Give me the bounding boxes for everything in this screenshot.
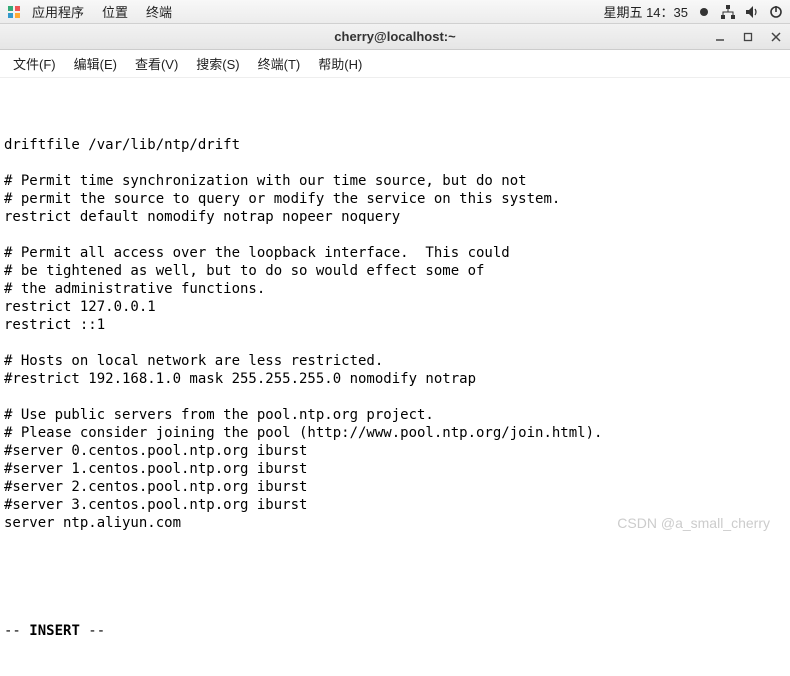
terminal-line — [4, 334, 786, 352]
menu-search[interactable]: 搜索(S) — [187, 50, 248, 77]
minimize-button[interactable] — [706, 24, 734, 50]
record-dot-icon[interactable] — [696, 4, 712, 20]
terminal-line: #server 1.centos.pool.ntp.org iburst — [4, 460, 786, 478]
terminal-line: driftfile /var/lib/ntp/drift — [4, 136, 786, 154]
volume-icon[interactable] — [744, 4, 760, 20]
menu-edit[interactable]: 编辑(E) — [65, 50, 126, 77]
terminal-line — [4, 388, 786, 406]
menu-terminal-app[interactable]: 终端(T) — [249, 50, 310, 77]
menu-file[interactable]: 文件(F) — [4, 50, 65, 77]
terminal-line: #server 3.centos.pool.ntp.org iburst — [4, 496, 786, 514]
window-titlebar[interactable]: cherry@localhost:~ — [0, 24, 790, 50]
window-title: cherry@localhost:~ — [0, 29, 790, 44]
terminal-line: # the administrative functions. — [4, 280, 786, 298]
power-icon[interactable] — [768, 4, 784, 20]
close-button[interactable] — [762, 24, 790, 50]
terminal-line: # Please consider joining the pool (http… — [4, 424, 786, 442]
menu-applications[interactable]: 应用程序 — [24, 2, 92, 21]
menu-view[interactable]: 查看(V) — [126, 50, 187, 77]
vim-status-line: -- INSERT -- — [4, 622, 786, 640]
app-menubar: 文件(F) 编辑(E) 查看(V) 搜索(S) 终端(T) 帮助(H) — [0, 50, 790, 78]
terminal-line — [4, 226, 786, 244]
terminal-line — [4, 154, 786, 172]
menu-terminal[interactable]: 终端 — [138, 2, 180, 21]
terminal-line: #restrict 192.168.1.0 mask 255.255.255.0… — [4, 370, 786, 388]
menu-help[interactable]: 帮助(H) — [309, 50, 371, 77]
terminal-line: # permit the source to query or modify t… — [4, 190, 786, 208]
menu-places[interactable]: 位置 — [94, 2, 136, 21]
terminal-line: # Hosts on local network are less restri… — [4, 352, 786, 370]
system-top-panel: 应用程序 位置 终端 星期五 14：35 — [0, 0, 790, 24]
terminal-line: server ntp.aliyun.com — [4, 514, 786, 532]
terminal-line: # Permit time synchronization with our t… — [4, 172, 786, 190]
terminal-line: #server 2.centos.pool.ntp.org iburst — [4, 478, 786, 496]
terminal-line: restrict default nomodify notrap nopeer … — [4, 208, 786, 226]
network-icon[interactable] — [720, 4, 736, 20]
terminal-line: # Use public servers from the pool.ntp.o… — [4, 406, 786, 424]
terminal-line: restrict ::1 — [4, 316, 786, 334]
terminal-line: # be tightened as well, but to do so wou… — [4, 262, 786, 280]
clock-label[interactable]: 星期五 14：35 — [603, 2, 688, 21]
terminal-line: restrict 127.0.0.1 — [4, 298, 786, 316]
terminal-line: # Permit all access over the loopback in… — [4, 244, 786, 262]
terminal-line: #server 0.centos.pool.ntp.org iburst — [4, 442, 786, 460]
maximize-button[interactable] — [734, 24, 762, 50]
terminal-line — [4, 118, 786, 136]
distro-logo-icon — [6, 4, 22, 20]
terminal-viewport[interactable]: driftfile /var/lib/ntp/drift # Permit tim… — [0, 78, 790, 552]
